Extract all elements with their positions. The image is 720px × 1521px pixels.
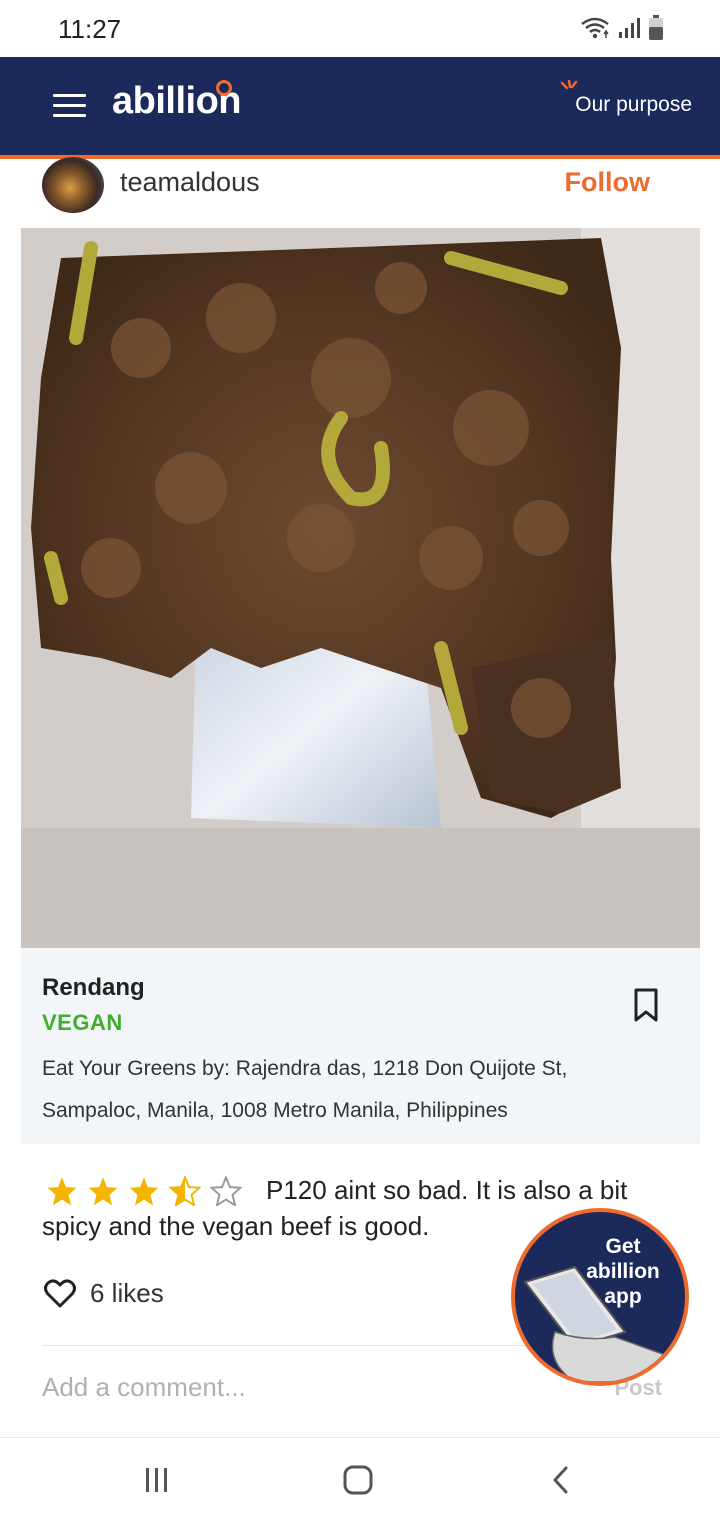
our-purpose-label: Our purpose	[575, 93, 692, 116]
battery-icon	[649, 15, 663, 40]
likes-count[interactable]: 6 likes	[90, 1278, 164, 1309]
dish-info-card: Rendang VEGAN Eat Your Greens by: Rajend…	[21, 948, 700, 1144]
get-app-line2: abillion	[586, 1260, 660, 1283]
our-purpose-link[interactable]: Our purpose	[561, 79, 692, 117]
get-app-text: Get abillion app	[515, 1234, 685, 1309]
star-full-icon	[129, 1177, 159, 1206]
status-bar: 11:27	[0, 0, 720, 57]
star-full-icon	[47, 1177, 77, 1206]
get-app-button[interactable]: Get abillion app	[511, 1208, 689, 1386]
status-time: 11:27	[58, 14, 122, 44]
post-author-row: teamaldous Follow	[0, 157, 720, 225]
likes-row: 6 likes	[44, 1278, 164, 1309]
post-photo[interactable]	[21, 228, 700, 948]
dish-name[interactable]: Rendang	[42, 974, 145, 1002]
avatar[interactable]	[42, 157, 104, 213]
star-rating	[46, 1176, 242, 1206]
back-icon[interactable]	[550, 1466, 572, 1494]
wifi-icon	[581, 17, 609, 39]
recent-apps-icon[interactable]	[143, 1466, 171, 1494]
vegan-tag: VEGAN	[42, 1010, 123, 1035]
star-full-icon	[88, 1177, 118, 1206]
signal-icon	[619, 18, 640, 38]
app-header: abillion Our purpose	[0, 57, 720, 159]
abillion-logo[interactable]: abillion	[112, 80, 242, 123]
hamburger-icon[interactable]	[53, 94, 86, 118]
star-empty-icon	[210, 1176, 242, 1206]
get-app-line1: Get	[605, 1235, 641, 1258]
heart-icon[interactable]	[44, 1278, 76, 1309]
status-icons	[580, 14, 664, 42]
restaurant-address[interactable]: Eat Your Greens by: Rajendra das, 1218 D…	[42, 1048, 632, 1132]
username[interactable]: teamaldous	[120, 167, 260, 198]
logo-dot	[216, 80, 232, 96]
get-app-line3: app	[604, 1285, 642, 1308]
home-icon[interactable]	[343, 1465, 375, 1495]
star-half-icon	[169, 1176, 201, 1206]
system-nav-bar	[0, 1437, 720, 1521]
spark-icon	[561, 79, 578, 90]
follow-button[interactable]: Follow	[565, 167, 650, 198]
bookmark-icon[interactable]	[633, 988, 659, 1022]
food-image	[21, 228, 700, 948]
comment-input[interactable]: Add a comment...	[42, 1372, 246, 1403]
